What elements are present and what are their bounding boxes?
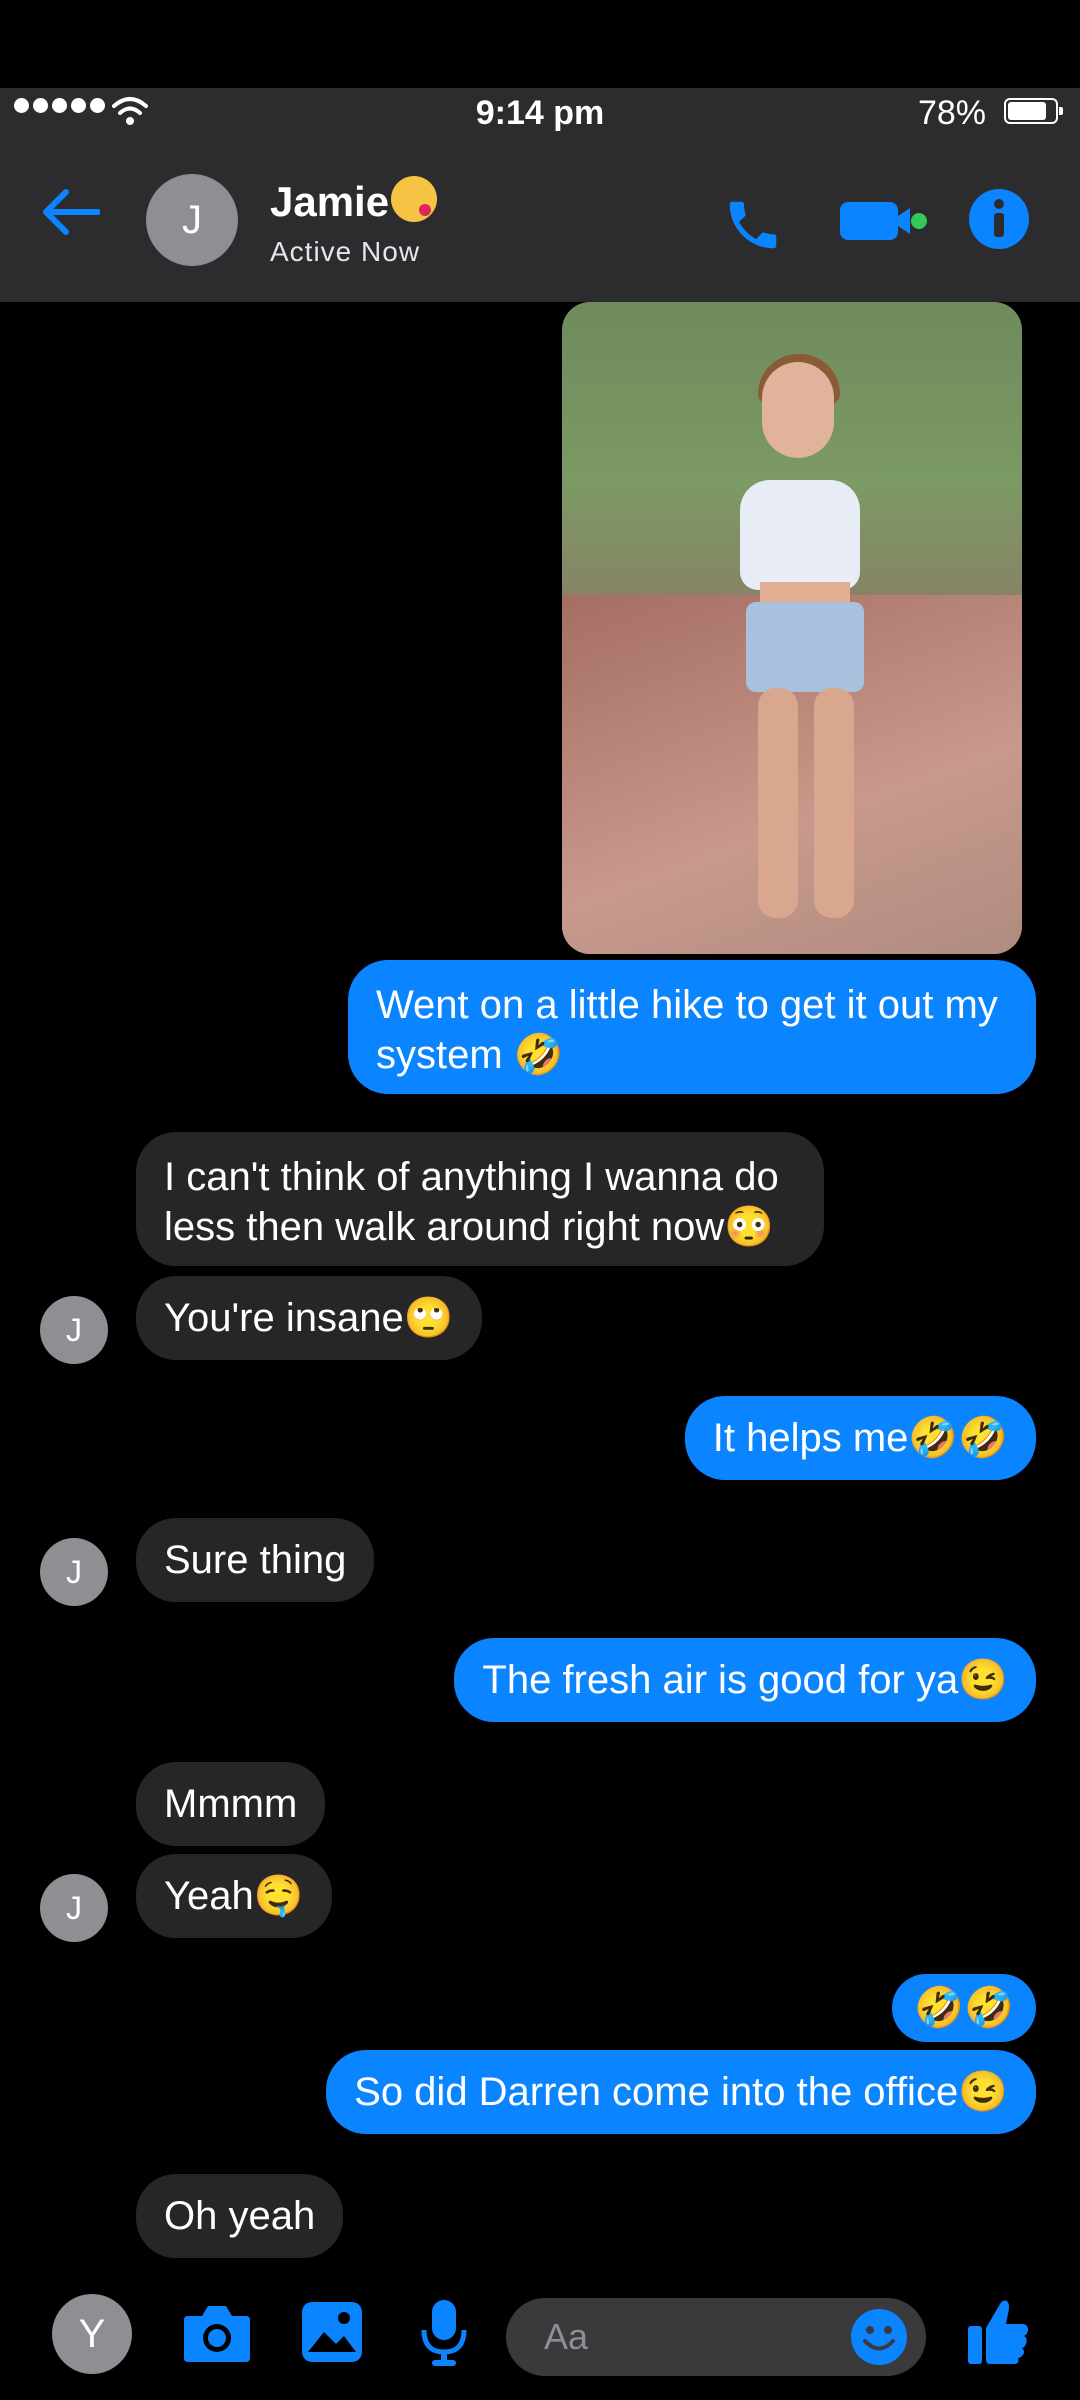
- message-text: It helps me🤣🤣: [712, 1416, 1008, 1460]
- user-avatar[interactable]: Y: [52, 2294, 132, 2374]
- message-text: I can't think of anything I wanna do: [164, 1155, 779, 1199]
- message-text: Mmmm: [164, 1782, 298, 1826]
- contact-avatar-small[interactable]: J: [40, 1296, 108, 1364]
- message-text: You're insane🙄: [164, 1296, 454, 1340]
- battery-percent: 78%: [917, 94, 986, 132]
- contact-name-text: Jamie: [270, 178, 390, 225]
- message-bubble-outgoing[interactable]: So did Darren come into the office😉: [326, 2050, 1036, 2134]
- contact-avatar-small[interactable]: J: [40, 1538, 108, 1606]
- message-text: system 🤣: [376, 1033, 564, 1077]
- battery-icon: [1004, 98, 1063, 124]
- emoji-icon[interactable]: [850, 2308, 908, 2366]
- camera-icon[interactable]: [182, 2302, 252, 2364]
- message-input-placeholder: Aa: [544, 2316, 589, 2357]
- status-bar: 9:14 pm 78%: [0, 88, 1080, 138]
- message-bubble-incoming[interactable]: Yeah🤤: [136, 1854, 332, 1938]
- message-bubble-outgoing[interactable]: The fresh air is good for ya😉: [454, 1638, 1036, 1722]
- message-text: less then walk around right now😳: [164, 1205, 775, 1249]
- message-text: Oh yeah: [164, 2194, 316, 2238]
- contact-avatar[interactable]: J: [146, 174, 238, 266]
- message-bubble-incoming[interactable]: Mmmm: [136, 1762, 326, 1846]
- message-input[interactable]: Aa: [506, 2298, 926, 2376]
- message-bubble-outgoing[interactable]: Went on a little hike to get it out my s…: [348, 960, 1036, 1094]
- message-bubble-outgoing[interactable]: It helps me🤣🤣: [684, 1396, 1036, 1480]
- message-bubble-incoming[interactable]: I can't think of anything I wanna do les…: [136, 1132, 824, 1266]
- message-bubble-outgoing[interactable]: 🤣🤣: [892, 1974, 1036, 2042]
- back-arrow-icon[interactable]: [42, 188, 100, 236]
- message-text: So did Darren come into the office😉: [354, 2070, 1008, 2114]
- message-bubble-incoming[interactable]: Oh yeah: [136, 2174, 344, 2258]
- video-call-icon[interactable]: [838, 198, 930, 244]
- phone-call-icon[interactable]: [722, 194, 784, 256]
- thumbs-up-icon[interactable]: [966, 2296, 1030, 2368]
- contact-name[interactable]: Jamie: [270, 176, 438, 226]
- top-notch-area: [0, 0, 1080, 88]
- shared-photo[interactable]: [562, 302, 1022, 954]
- contact-avatar-small[interactable]: J: [40, 1874, 108, 1942]
- microphone-icon[interactable]: [420, 2298, 468, 2368]
- message-text: The fresh air is good for ya😉: [482, 1658, 1008, 1702]
- message-bubble-incoming[interactable]: You're insane🙄: [136, 1276, 482, 1360]
- message-text: Went on a little hike to get it out my: [376, 983, 998, 1027]
- message-text: 🤣🤣: [914, 1986, 1014, 2030]
- active-status: Active Now: [270, 236, 421, 267]
- gallery-icon[interactable]: [300, 2300, 364, 2364]
- chat-header: J Jamie Active Now: [0, 138, 1080, 302]
- composer-bar: Y Aa: [0, 2268, 1080, 2400]
- message-text: Sure thing: [164, 1538, 347, 1582]
- message-text: Yeah🤤: [164, 1874, 304, 1918]
- message-bubble-incoming[interactable]: Sure thing: [136, 1518, 375, 1602]
- info-icon[interactable]: [968, 188, 1030, 250]
- kiss-emoji-icon: [391, 176, 438, 222]
